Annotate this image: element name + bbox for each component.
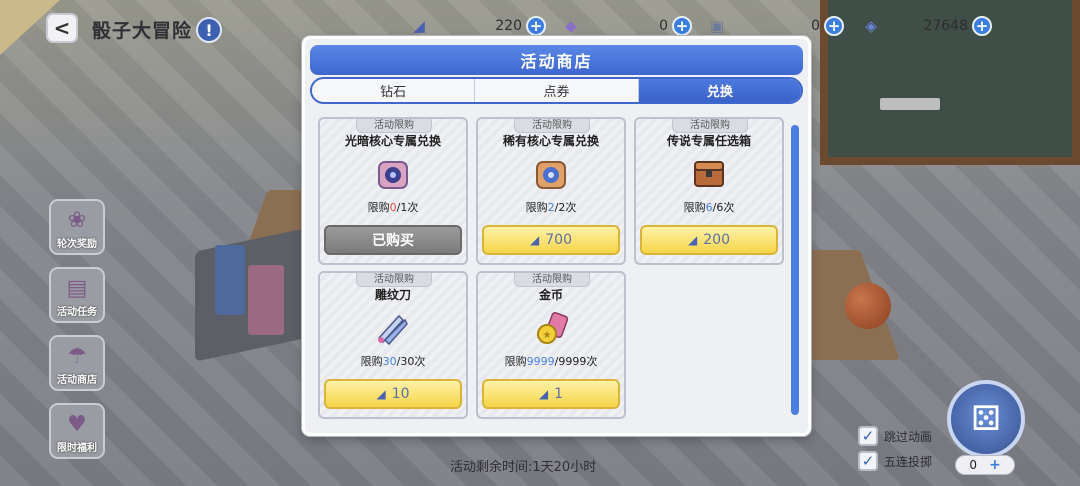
svg-text:★: ★ (543, 330, 552, 341)
carving-knife-icon (373, 308, 413, 348)
item-name: 金币 (538, 288, 563, 302)
chevron-left-icon: < (53, 16, 71, 40)
add-currency-button[interactable]: + (672, 16, 692, 36)
tab-exchange[interactable]: 兑换 (638, 79, 801, 102)
triangle-ruler-icon: ◢ (530, 233, 540, 247)
currency-value: 0 (811, 18, 820, 34)
event-timer: 活动剩余时间:1天20小时 (450, 460, 597, 475)
scrollbar[interactable] (791, 125, 799, 415)
limited-welfare-button[interactable]: ♥ 限时福利 (49, 403, 105, 459)
item-name: 传说专属任选箱 (666, 134, 751, 148)
purchased-label: 已购买 (372, 233, 414, 249)
ticket-icon: ▣ (709, 17, 725, 35)
price-label: 1 (554, 386, 564, 402)
tab-diamond[interactable]: 钻石 (312, 79, 476, 102)
background-eraser (880, 98, 940, 110)
page-title: 骰子大冒险 (92, 20, 193, 42)
back-button[interactable]: < (46, 13, 78, 43)
shop-item-card[interactable]: 活动限购 稀有核心专属兑换 限购2/2次 ◢ 700 (476, 117, 626, 265)
currency-triangle-ruler: ◢ 220 + (408, 15, 546, 37)
purchased-button[interactable]: 已购买 (324, 225, 462, 255)
limited-tag: 活动限购 (672, 119, 748, 133)
five-roll-option[interactable]: ✓ 五连投掷 (858, 451, 932, 471)
side-button-label: 活动商店 (57, 375, 97, 386)
roll-dice-button[interactable]: ⚄ (947, 380, 1025, 458)
purchase-limit: 限购6/6次 (683, 201, 735, 214)
currency-character: ◆ 0 + (560, 15, 692, 37)
limited-tag: 活动限购 (514, 119, 590, 133)
shop-item-card[interactable]: 活动限购 雕纹刀 限购30/30次 ◢ 10 (318, 271, 468, 419)
crystal-icon: ◈ (865, 17, 877, 35)
add-currency-button[interactable]: + (526, 16, 546, 36)
price-label: 10 (391, 386, 410, 402)
exclamation-icon: ! (205, 20, 213, 40)
item-name: 稀有核心专属兑换 (502, 134, 599, 148)
buy-button[interactable]: ◢ 700 (482, 225, 620, 255)
event-shop-modal: 活动商店 钻石 点券 兑换 活动限购 光暗核心专属兑换 限购0/1次 已购买 活… (302, 36, 811, 436)
shop-item-grid: 活动限购 光暗核心专属兑换 限购0/1次 已购买 活动限购 稀有核心专属兑换 限… (315, 113, 791, 429)
purchase-limit: 限购30/30次 (360, 355, 426, 368)
buy-button[interactable]: ◢ 200 (640, 225, 778, 255)
scrollbar-thumb[interactable] (791, 125, 799, 415)
price-label: 200 (703, 232, 730, 248)
skip-animation-label: 跳过动画 (884, 429, 933, 444)
plus-icon[interactable]: + (989, 457, 1001, 473)
event-task-button[interactable]: ▤ 活动任务 (49, 267, 105, 323)
currency-value: 27648 (923, 18, 968, 34)
gift-icon: ♥ (67, 412, 87, 437)
limited-tag: 活动限购 (356, 119, 432, 133)
checkbox-checked-icon[interactable]: ✓ (858, 426, 878, 446)
reward-wreath-icon: ❀ (67, 208, 87, 233)
basketball-decoration (845, 283, 891, 329)
shop-item-card[interactable]: 活动限购 金币 ★ 限购9999/9999次 ◢ 1 (476, 271, 626, 419)
modal-header: 活动商店 (310, 45, 803, 75)
add-currency-button[interactable]: + (824, 16, 844, 36)
limited-tag: 活动限购 (356, 273, 432, 287)
background-book (215, 245, 245, 315)
triangle-ruler-icon: ◢ (538, 387, 549, 401)
dark-core-box-icon (373, 154, 413, 194)
shop-item-card[interactable]: 活动限购 传说专属任选箱 限购6/6次 ◢ 200 (634, 117, 784, 265)
info-button[interactable]: ! (196, 17, 222, 43)
currency-value: 0 (659, 18, 668, 34)
purchase-limit: 限购9999/9999次 (504, 355, 598, 368)
skip-animation-option[interactable]: ✓ 跳过动画 (858, 426, 932, 446)
gold-coin-icon: ★ (531, 308, 571, 348)
buy-button[interactable]: ◢ 1 (482, 379, 620, 409)
shop-icon: ☂ (67, 344, 87, 369)
triangle-ruler-icon: ◢ (376, 387, 386, 401)
shop-item-card[interactable]: 活动限购 光暗核心专属兑换 限购0/1次 已购买 (318, 117, 468, 265)
rare-core-box-icon (531, 154, 571, 194)
tab-coupon[interactable]: 点券 (475, 79, 639, 102)
side-button-label: 限时福利 (57, 443, 97, 454)
checkbox-checked-icon[interactable]: ✓ (858, 451, 878, 471)
event-shop-button[interactable]: ☂ 活动商店 (49, 335, 105, 391)
triangle-ruler-icon: ◢ (413, 17, 425, 35)
currency-value: 220 (495, 18, 522, 34)
modal-title: 活动商店 (520, 52, 593, 71)
purchase-limit: 限购2/2次 (525, 201, 577, 214)
price-label: 700 (545, 232, 572, 248)
triangle-ruler-icon: ◢ (688, 233, 698, 247)
legend-chest-icon (689, 154, 729, 194)
currency-ticket: ▣ 0 + (706, 15, 844, 37)
background-book (248, 265, 284, 335)
shop-tabs: 钻石 点券 兑换 (310, 77, 803, 104)
purchase-limit: 限购0/1次 (367, 201, 419, 214)
side-button-label: 活动任务 (57, 307, 97, 318)
task-scroll-icon: ▤ (66, 276, 88, 301)
currency-crystal: ◈ 27648 + (860, 15, 994, 37)
side-button-label: 轮次奖励 (57, 239, 97, 250)
roll-count-stepper[interactable]: 0 + (955, 455, 1015, 475)
roll-count-value: 0 (969, 458, 977, 472)
five-roll-label: 五连投掷 (884, 454, 933, 469)
dice-icon: ⚄ (971, 399, 1001, 439)
add-currency-button[interactable]: + (972, 16, 992, 36)
buy-button[interactable]: ◢ 10 (324, 379, 462, 409)
item-name: 雕纹刀 (374, 288, 411, 302)
purple-character-icon: ◆ (565, 17, 577, 35)
round-reward-button[interactable]: ❀ 轮次奖励 (49, 199, 105, 255)
item-name: 光暗核心专属兑换 (344, 134, 441, 148)
limited-tag: 活动限购 (514, 273, 590, 287)
